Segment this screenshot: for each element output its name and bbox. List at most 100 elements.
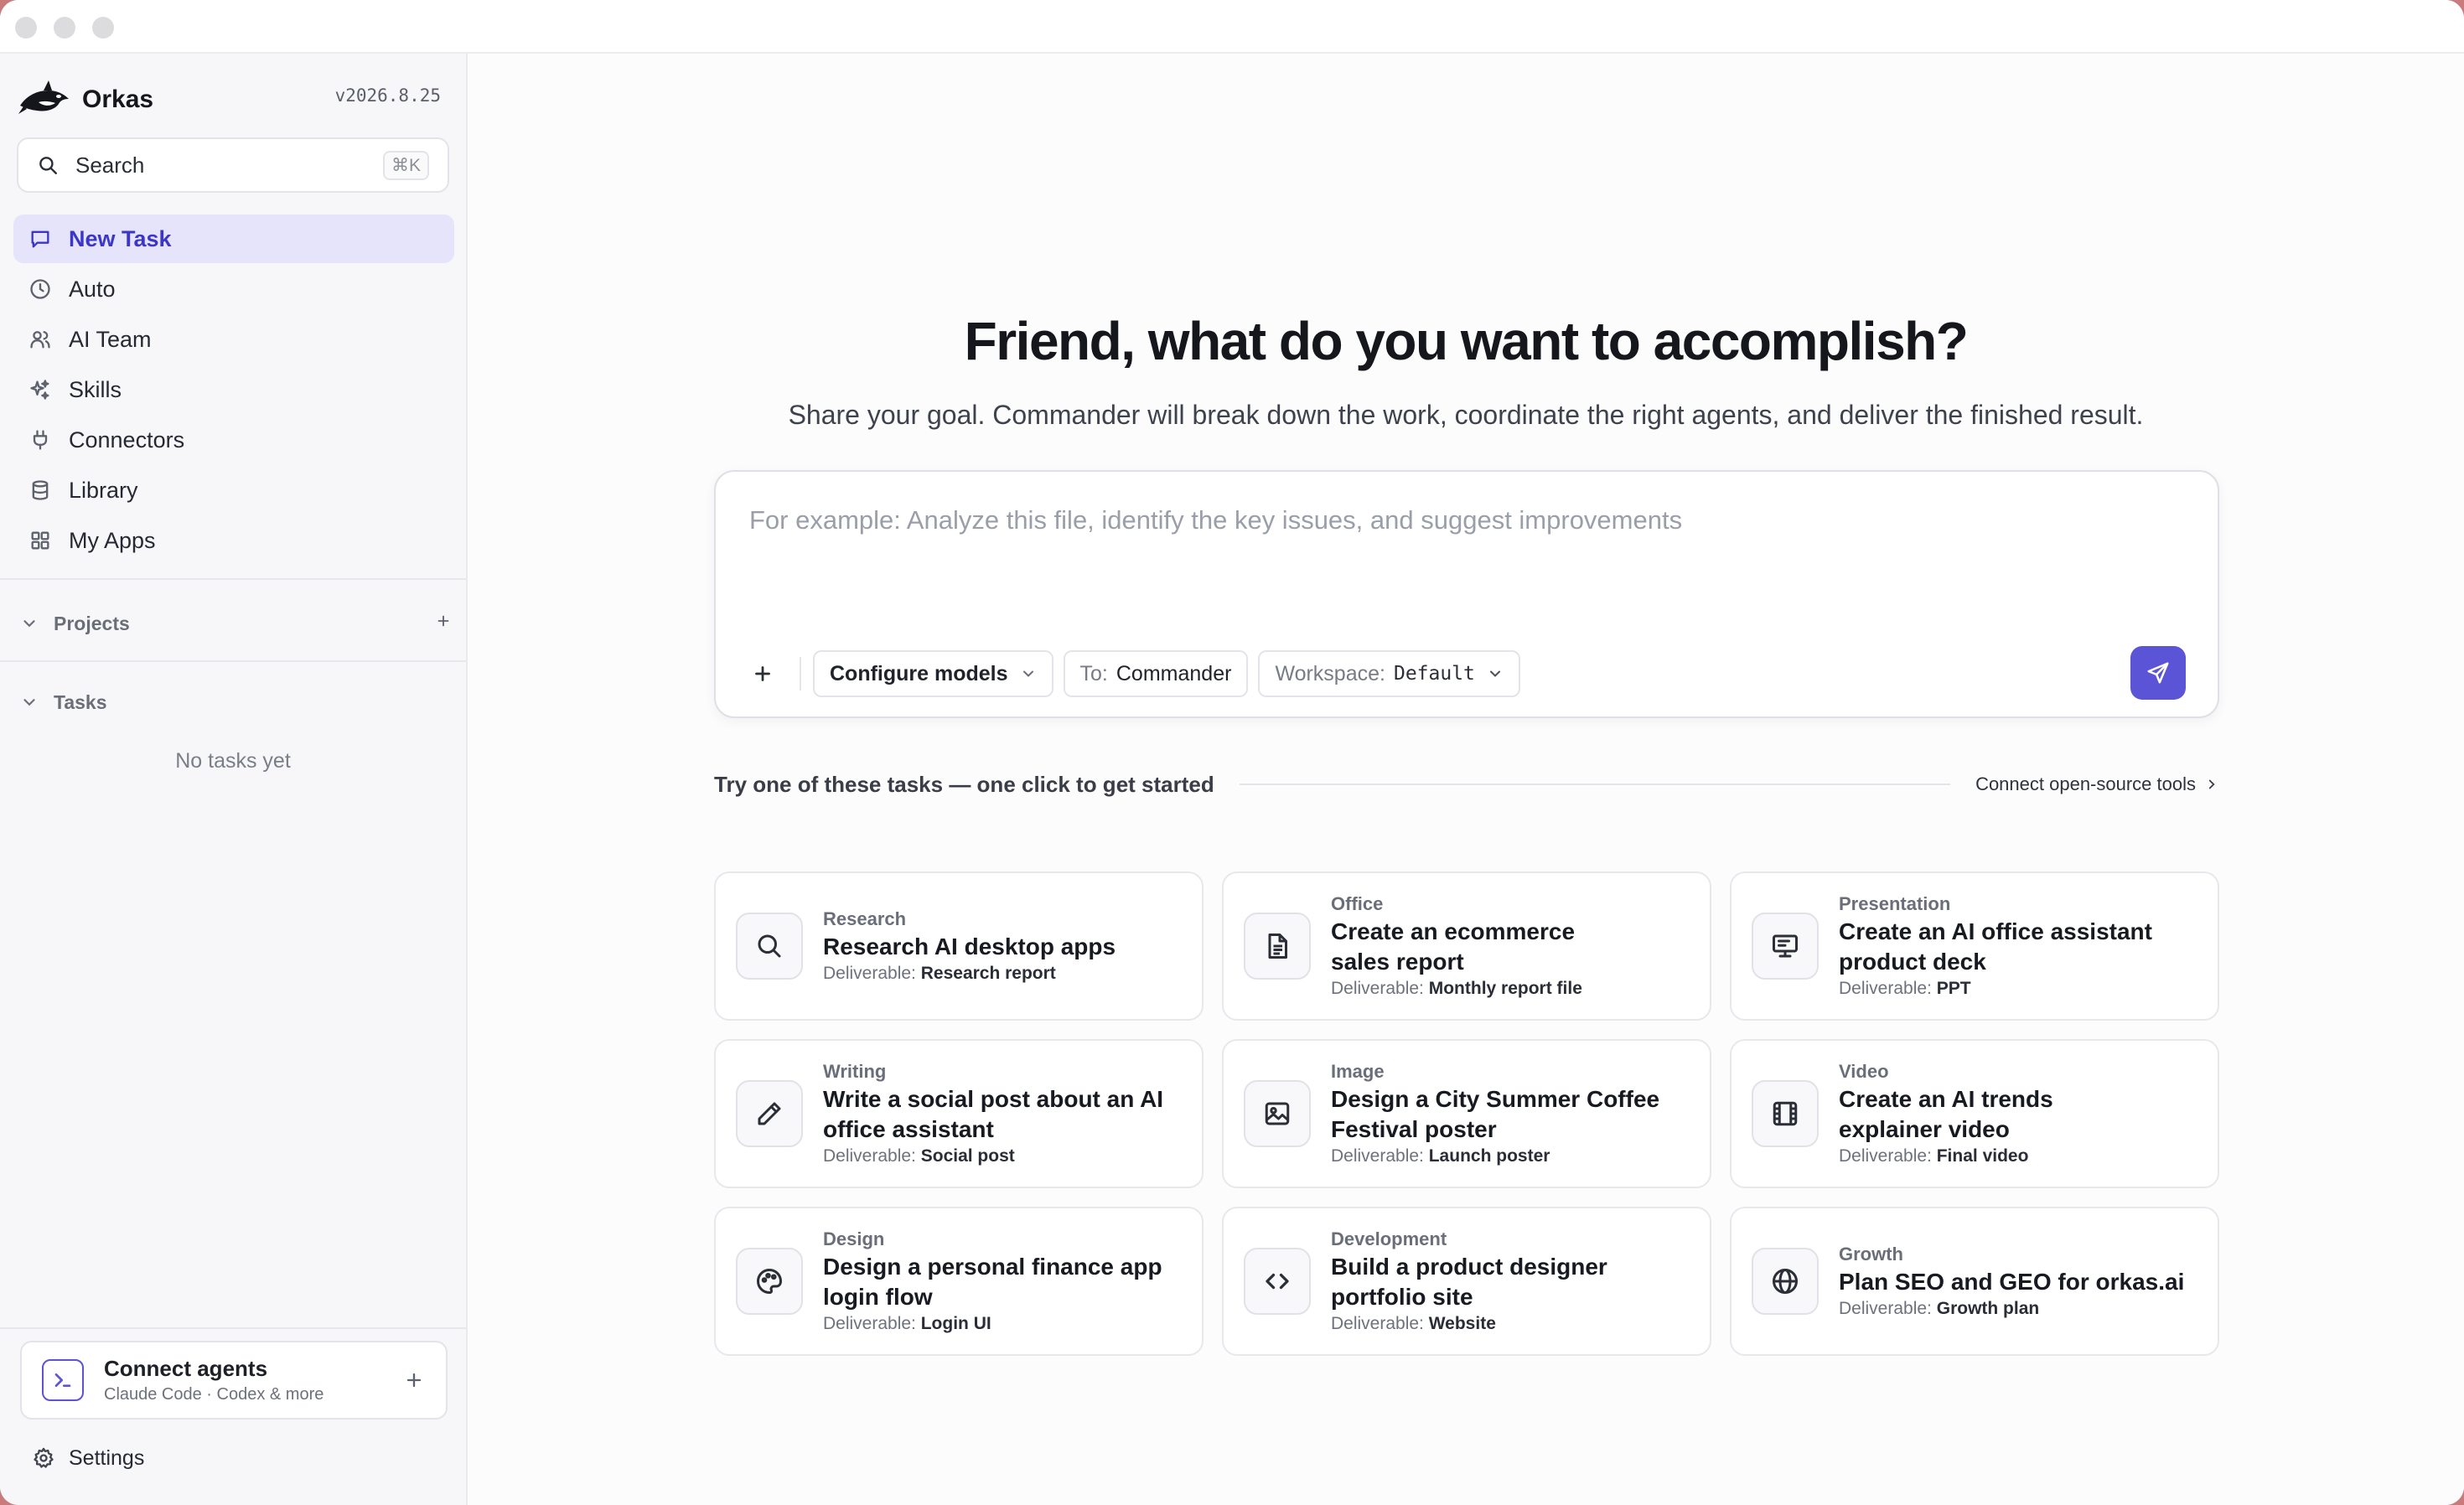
card-category: Office [1331,893,1384,914]
nav-item-my-apps[interactable]: My Apps [13,516,454,565]
card-deliverable: Deliverable: PPT [1839,979,1971,998]
minimize-window-button[interactable] [54,17,75,39]
search-icon [39,157,57,174]
page-subtitle: Share your goal. Commander will break do… [788,400,2144,430]
suggestion-card-image[interactable]: Image Design a City Summer Coffee Festiv… [1222,1039,1711,1188]
sidebar-divider [0,1327,466,1329]
add-agent-icon[interactable] [402,1368,426,1392]
image-icon [1244,1080,1311,1147]
send-icon [2147,662,2169,684]
card-title: Design a personal finance app login flow [823,1254,1162,1310]
chevron-down-icon [1489,670,1500,677]
send-button[interactable] [2130,646,2186,700]
workspace-prefix: Workspace: [1275,661,1385,685]
nav-item-skills[interactable]: Skills [13,365,454,414]
nav-label: Library [69,477,138,503]
card-deliverable: Deliverable: Final video [1839,1146,2029,1166]
suggestion-card-video[interactable]: Video Create an AI trends explainer vide… [1730,1039,2219,1188]
nav-item-library[interactable]: Library [13,466,454,515]
app-window: Orkas v2026.8.25 Search ⌘K New Task Auto… [0,0,2464,1505]
tasks-section-toggle[interactable]: Tasks [20,685,453,719]
chevron-down-icon [23,620,35,628]
card-deliverable: Deliverable: Website [1331,1314,1496,1333]
composer-toolbar: Configure models To: Commander Workspace… [741,649,1530,698]
connect-agents-title: Connect agents [104,1356,268,1381]
zoom-window-button[interactable] [92,17,114,39]
suggestion-card-growth[interactable]: Growth Plan SEO and GEO for orkas.ai Del… [1730,1207,2219,1356]
task-composer: For example: Analyze this file, identify… [714,470,2219,718]
main-panel: Friend, what do you want to accomplish? … [468,54,2464,1505]
card-category: Image [1331,1061,1385,1082]
nav-item-ai-team[interactable]: AI Team [13,315,454,364]
close-window-button[interactable] [15,17,37,39]
configure-models-dropdown[interactable]: Configure models [813,650,1053,697]
nav-label: My Apps [69,527,156,553]
nav-item-connectors[interactable]: Connectors [13,416,454,464]
suggestion-card-design[interactable]: Design Design a personal finance app log… [714,1207,1204,1356]
connect-open-source-tools-link[interactable]: Connect open-source tools [1975,773,2219,795]
brand: Orkas [18,77,153,122]
suggestions-header: Try one of these tasks — one click to ge… [714,766,2219,803]
title-bar [0,0,2464,54]
pencil-icon [736,1080,803,1147]
card-deliverable: Deliverable: Growth plan [1839,1299,2040,1318]
page-title: Friend, what do you want to accomplish? [964,311,1969,371]
sparkles-icon [30,380,49,400]
attach-button[interactable] [741,652,784,696]
users-icon [30,331,50,349]
search-label: Search [75,152,145,178]
empty-tasks-text: No tasks yet [175,749,291,773]
card-deliverable: Deliverable: Research report [823,964,1056,983]
workspace-value: Default [1393,663,1475,685]
film-icon [1752,1080,1819,1147]
search-shortcut: ⌘K [382,150,429,180]
suggestion-card-presentation[interactable]: Presentation Create an AI office assista… [1730,871,2219,1021]
nav-item-new-task[interactable]: New Task [13,215,454,263]
suggestion-card-office[interactable]: Office Create an ecommerce sales report … [1222,871,1711,1021]
chevron-down-icon [1022,670,1033,677]
document-icon [1244,913,1311,980]
nav-label: Connectors [69,427,185,453]
orca-logo-icon [18,80,69,114]
card-title: Create an ecommerce sales report [1331,918,1576,975]
gear-icon [34,1447,54,1468]
sidebar: Orkas v2026.8.25 Search ⌘K New Task Auto… [0,54,468,1505]
card-category: Video [1839,1061,1889,1082]
search-icon [736,913,803,980]
projects-section-toggle[interactable]: Projects [20,607,453,640]
tasks-label: Tasks [54,690,107,713]
nav-label: Skills [69,376,122,402]
recipient-prefix: To: [1079,661,1108,685]
projects-label: Projects [54,612,130,634]
suggestion-card-research[interactable]: Research Research AI desktop apps Delive… [714,871,1204,1021]
palette-icon [736,1248,803,1315]
task-input[interactable]: For example: Analyze this file, identify… [749,505,1682,535]
card-title: Design a City Summer Coffee Festival pos… [1331,1086,1660,1142]
card-title: Create an AI trends explainer video [1839,1086,2053,1142]
connect-agents-subtitle: Claude Code · Codex & more [104,1385,324,1404]
card-title: Research AI desktop apps [823,934,1116,959]
suggestion-card-writing[interactable]: Writing Write a social post about an AI … [714,1039,1204,1188]
suggestions-heading: Try one of these tasks — one click to ge… [714,771,1214,797]
connect-open-source-tools-label: Connect open-source tools [1975,773,2196,794]
presentation-icon [1752,913,1819,980]
card-deliverable: Deliverable: Monthly report file [1331,979,1582,998]
suggestion-card-development[interactable]: Development Build a product designer por… [1222,1207,1711,1356]
database-icon [32,480,49,500]
card-category: Presentation [1839,893,1951,914]
recipient-selector[interactable]: To: Commander [1063,650,1249,697]
card-title: Plan SEO and GEO for orkas.ai [1839,1269,2185,1295]
card-category: Development [1331,1228,1447,1249]
card-title: Build a product designer portfolio site [1331,1254,1607,1310]
connect-agents-card[interactable]: Connect agents Claude Code · Codex & mor… [20,1341,448,1420]
app-version: v2026.8.25 [334,85,441,106]
plug-icon [33,430,48,450]
search-input[interactable]: Search ⌘K [17,137,449,193]
suggestions-divider [1239,784,1951,785]
nav-item-auto[interactable]: Auto [13,265,454,313]
settings-button[interactable]: Settings [32,1441,144,1475]
add-project-icon[interactable] [434,612,453,630]
chevron-right-icon [2208,779,2215,789]
workspace-dropdown[interactable]: Workspace: Default [1258,650,1520,697]
plus-icon [755,666,770,681]
